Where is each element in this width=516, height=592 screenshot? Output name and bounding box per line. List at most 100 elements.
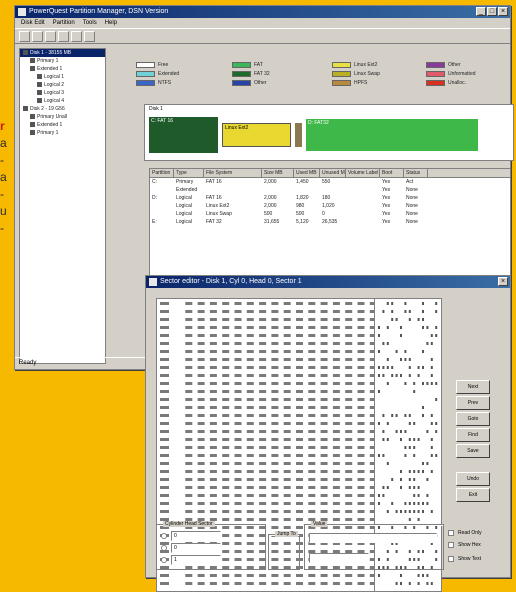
toolbar-refresh-icon[interactable] bbox=[58, 31, 69, 42]
toolbar-open-icon[interactable] bbox=[32, 31, 43, 42]
sector-field[interactable]: 1 bbox=[171, 555, 221, 565]
save-button[interactable]: Save bbox=[456, 444, 490, 458]
read-only-checkbox[interactable] bbox=[448, 530, 454, 536]
show-text-checkbox[interactable] bbox=[448, 556, 454, 562]
tree-item[interactable]: Extended 1 bbox=[20, 121, 105, 129]
maximize-button[interactable]: □ bbox=[487, 7, 497, 16]
value-group-label: Value bbox=[311, 521, 328, 527]
disk-tree[interactable]: Disk 1 - 38155 MB Primary 1 Extended 1 L… bbox=[19, 48, 106, 364]
main-titlebar[interactable]: PowerQuest Partition Manager, DSN Versio… bbox=[15, 6, 510, 18]
disk-segment[interactable]: C: FAT 16 bbox=[149, 117, 218, 153]
page-text-glyph: - bbox=[0, 153, 4, 167]
hex-titlebar[interactable]: Sector editor - Disk 1, Cyl 0, Head 0, S… bbox=[146, 276, 510, 288]
column-header[interactable]: File System bbox=[204, 169, 262, 177]
column-header[interactable]: Status bbox=[404, 169, 428, 177]
column-header[interactable]: Type bbox=[174, 169, 204, 177]
menu-partition[interactable]: Partition bbox=[53, 18, 75, 28]
head-field[interactable]: 0 bbox=[171, 543, 221, 553]
menu-bar: Disk Edit Partition Tools Help bbox=[15, 18, 510, 28]
legend-item: Unalloc. bbox=[426, 80, 466, 86]
column-header[interactable]: Unused MB bbox=[320, 169, 346, 177]
legend-item: Extended bbox=[136, 71, 179, 77]
show-hex-checkbox[interactable] bbox=[448, 542, 454, 548]
legend-swatch bbox=[232, 80, 251, 86]
menu-tools[interactable]: Tools bbox=[83, 18, 97, 28]
column-header[interactable]: Used MB bbox=[294, 169, 320, 177]
hex-close-button[interactable]: × bbox=[498, 277, 508, 286]
legend-swatch bbox=[136, 80, 155, 86]
table-header: Partition Type File System Size MB Used … bbox=[150, 169, 510, 178]
next-button[interactable]: Next bbox=[456, 380, 490, 394]
legend-swatch bbox=[426, 62, 445, 68]
toolbar-properties-icon[interactable] bbox=[71, 31, 82, 42]
table-row[interactable]: Logical Linux Ext2 2,000 980 1,020 Yes None bbox=[150, 202, 510, 210]
column-header[interactable]: Boot bbox=[380, 169, 404, 177]
legend-item: Other bbox=[426, 62, 461, 68]
legend-item: HPFS bbox=[332, 80, 367, 86]
cylinder-field[interactable]: 0 bbox=[171, 531, 221, 541]
legend-swatch bbox=[232, 62, 251, 68]
legend-swatch bbox=[136, 71, 155, 77]
disk-map: Disk 1 C: FAT 16 Linux Ext2 D: FAT32 bbox=[144, 104, 514, 161]
page-text-glyph: - bbox=[0, 221, 4, 235]
goto-group-label: Cylinder Head Sector bbox=[163, 521, 215, 527]
tree-item[interactable]: Primary 1 bbox=[20, 129, 105, 137]
find-button[interactable]: Find bbox=[456, 428, 490, 442]
legend-swatch bbox=[332, 80, 351, 86]
cylinder-radio[interactable] bbox=[161, 533, 167, 539]
main-title: PowerQuest Partition Manager, DSN Versio… bbox=[29, 8, 169, 15]
tree-item[interactable]: Primary 1 bbox=[20, 57, 105, 65]
column-header[interactable]: Size MB bbox=[262, 169, 294, 177]
undo-button[interactable]: Undo bbox=[456, 472, 490, 486]
close-button[interactable]: × bbox=[498, 7, 508, 16]
tree-item[interactable]: Primary Unall bbox=[20, 113, 105, 121]
minimize-button[interactable]: _ bbox=[476, 7, 486, 16]
partition-icon bbox=[30, 114, 35, 120]
column-header[interactable]: Partition bbox=[150, 169, 174, 177]
menu-disk-edit[interactable]: Disk Edit bbox=[21, 18, 45, 28]
legend-item: Other bbox=[232, 80, 267, 86]
disk-segment[interactable]: D: FAT32 bbox=[306, 119, 478, 151]
table-row[interactable]: E: Logical FAT 32 31,655 5,120 26,535 Yes None bbox=[150, 218, 510, 226]
partition-icon bbox=[37, 98, 42, 104]
exit-button[interactable]: Exit bbox=[456, 488, 490, 502]
legend-item: FAT 32 bbox=[232, 71, 270, 77]
tree-item[interactable]: Logical 1 bbox=[20, 73, 105, 81]
table-row[interactable]: D: Logical FAT 16 2,000 1,820 180 Yes None bbox=[150, 194, 510, 202]
prev-button[interactable]: Prev bbox=[456, 396, 490, 410]
disk-segment[interactable]: Linux Ext2 bbox=[222, 123, 291, 147]
hex-app-icon bbox=[149, 278, 157, 286]
value-field[interactable] bbox=[309, 533, 437, 543]
legend-swatch bbox=[426, 71, 445, 77]
page-text-glyph: a bbox=[0, 170, 7, 184]
tree-item[interactable]: Disk 2 - 19 G56 bbox=[20, 105, 105, 113]
table-row[interactable]: Logical Linux Swap 500 500 0 Yes None bbox=[150, 210, 510, 218]
column-header[interactable]: Volume Label bbox=[346, 169, 380, 177]
tree-item[interactable]: Disk 1 - 38155 MB bbox=[20, 49, 105, 57]
tree-item[interactable]: Logical 2 bbox=[20, 81, 105, 89]
value-field-2[interactable] bbox=[309, 553, 369, 563]
disk-map-caption: Disk 1 bbox=[149, 106, 163, 112]
head-radio[interactable] bbox=[161, 545, 167, 551]
tree-item[interactable]: Logical 4 bbox=[20, 97, 105, 105]
toolbar-help-icon[interactable] bbox=[84, 31, 95, 42]
table-row[interactable]: C: Primary FAT 16 2,000 1,450 550 Yes Act bbox=[150, 178, 510, 186]
legend-swatch bbox=[136, 62, 155, 68]
partition-icon bbox=[30, 122, 35, 128]
goto-button[interactable]: Goto bbox=[456, 412, 490, 426]
partition-table[interactable]: Partition Type File System Size MB Used … bbox=[149, 168, 511, 277]
menu-help[interactable]: Help bbox=[105, 18, 117, 28]
toolbar-new-icon[interactable] bbox=[19, 31, 30, 42]
jump-group-label: Jump To bbox=[275, 531, 298, 537]
show-hex-label: Show Hex bbox=[458, 542, 481, 548]
toolbar-save-icon[interactable] bbox=[45, 31, 56, 42]
partition-icon bbox=[37, 82, 42, 88]
sector-editor-window: Sector editor - Disk 1, Cyl 0, Head 0, S… bbox=[145, 275, 511, 592]
legend-swatch bbox=[332, 71, 351, 77]
disk-segment[interactable] bbox=[295, 123, 302, 147]
hex-title: Sector editor - Disk 1, Cyl 0, Head 0, S… bbox=[160, 278, 302, 285]
sector-radio[interactable] bbox=[161, 557, 167, 563]
tree-item[interactable]: Extended 1 bbox=[20, 65, 105, 73]
tree-item[interactable]: Logical 3 bbox=[20, 89, 105, 97]
table-row[interactable]: Extended Yes None bbox=[150, 186, 510, 194]
